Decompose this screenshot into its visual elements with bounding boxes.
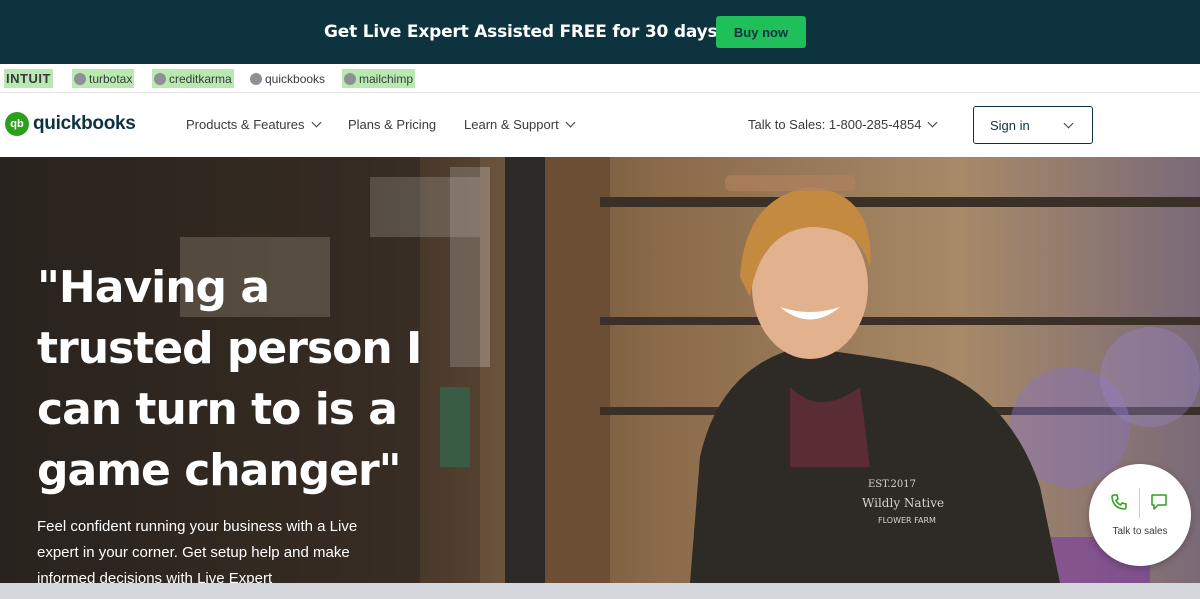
talk-to-sales-label: Talk to sales <box>1112 526 1168 537</box>
buy-now-button[interactable]: Buy now <box>716 16 806 48</box>
chevron-down-icon <box>1063 118 1074 128</box>
chevron-down-icon <box>565 117 576 128</box>
hero-section: EST.2017 Wildly Native FLOWER FARM "Havi… <box>0 157 1200 583</box>
promo-text: Get Live Expert Assisted FREE for 30 day… <box>324 22 733 42</box>
svg-text:EST.2017: EST.2017 <box>868 479 916 490</box>
qb-logo-icon: qb <box>5 112 29 136</box>
brand-turbotax-label: turbotax <box>89 71 133 86</box>
sales-phone-label: Talk to Sales: 1-800-285-4854 <box>748 117 922 132</box>
sign-in-button[interactable]: Sign in <box>973 106 1093 144</box>
brand-bar: INTUIT turbotax creditkarma quickbooks m… <box>0 64 1200 93</box>
talk-to-sales-widget[interactable]: Talk to sales <box>1089 464 1191 566</box>
nav-learn-support[interactable]: Learn & Support <box>464 117 576 132</box>
mailchimp-icon <box>344 72 356 85</box>
nav-plans-label: Plans & Pricing <box>348 117 437 132</box>
chat-icon[interactable] <box>1149 492 1169 512</box>
brand-turbotax[interactable]: turbotax <box>72 69 135 88</box>
nav-learn-label: Learn & Support <box>464 117 559 132</box>
phone-icon[interactable] <box>1109 492 1129 512</box>
nav-products-label: Products & Features <box>186 117 305 132</box>
fab-divider <box>1139 488 1140 518</box>
nav-products-features[interactable]: Products & Features <box>186 117 321 132</box>
hero-subtext: Feel confident running your business wit… <box>37 518 358 583</box>
svg-text:Wildly Native: Wildly Native <box>862 496 944 510</box>
brand-mailchimp-label: mailchimp <box>359 71 414 86</box>
chevron-down-icon <box>928 117 938 128</box>
logo-text: quickbooks <box>33 113 136 134</box>
talk-to-sales-dropdown[interactable]: Talk to Sales: 1-800-285-4854 <box>748 117 938 132</box>
quickbooks-logo[interactable]: qb quickbooks <box>5 112 136 136</box>
bottom-scroll-bar <box>0 583 1200 599</box>
brand-quickbooks-label: quickbooks <box>265 71 326 86</box>
creditkarma-icon <box>154 72 166 85</box>
promo-banner: Get Live Expert Assisted FREE for 30 day… <box>0 0 1200 64</box>
turbotax-icon <box>74 72 86 85</box>
brand-quickbooks[interactable]: quickbooks <box>248 69 327 88</box>
brand-mailchimp[interactable]: mailchimp <box>342 69 416 88</box>
brand-creditkarma[interactable]: creditkarma <box>152 69 234 88</box>
sign-in-label: Sign in <box>990 117 1030 133</box>
brand-intuit[interactable]: INTUIT <box>4 69 53 88</box>
brand-creditkarma-label: creditkarma <box>169 71 232 86</box>
nav-plans-pricing[interactable]: Plans & Pricing <box>348 117 436 132</box>
quickbooks-small-icon <box>250 72 262 85</box>
chevron-down-icon <box>311 117 321 128</box>
svg-text:FLOWER FARM: FLOWER FARM <box>878 516 936 525</box>
hero-headline: "Having a trusted person I can turn to i… <box>37 262 422 496</box>
